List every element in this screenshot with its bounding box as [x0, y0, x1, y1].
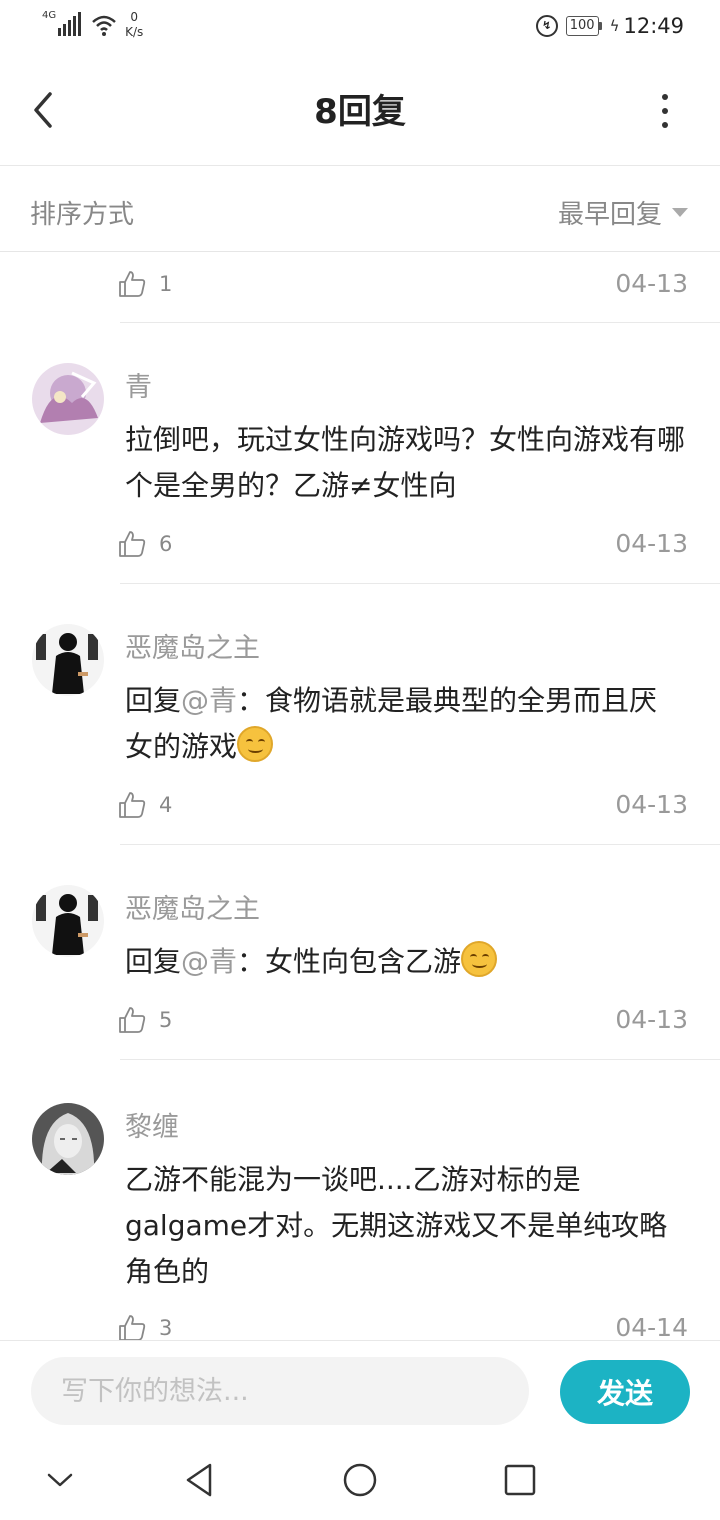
comment-date: 04-13 [615, 529, 688, 558]
comment-date: 04-13 [615, 1005, 688, 1034]
like-count: 5 [159, 1008, 173, 1032]
status-bar: 4G 0 K/s ↯ 100 ϟ 12:49 [0, 0, 720, 56]
nav-recents-icon[interactable] [500, 1460, 540, 1500]
charging-icon: ϟ [609, 17, 620, 35]
mention-link[interactable]: @青 [181, 945, 237, 978]
battery-tip [598, 22, 602, 30]
thumbs-up-icon [119, 271, 146, 297]
comment-item: 恶魔岛之主 回复@青：女性向包含乙游 5 04-13 [0, 885, 720, 1059]
author-name[interactable]: 黎缠 [125, 1105, 179, 1144]
like-button[interactable]: 1 [117, 269, 172, 299]
status-left: 4G 0 K/s [42, 10, 143, 40]
hide-keyboard-chevron-icon[interactable] [40, 1460, 80, 1500]
divider [120, 1059, 720, 1060]
avatar[interactable] [32, 363, 104, 435]
battery-icon: 100 [565, 16, 602, 36]
wifi-icon [92, 15, 116, 36]
smile-emoji-icon [461, 941, 498, 977]
comment-input-bar: 发送 [0, 1340, 720, 1440]
battery-level: 100 [565, 16, 599, 36]
thumbs-up-icon [119, 1007, 146, 1033]
network-speed: 0 K/s [125, 10, 143, 40]
author-name[interactable]: 恶魔岛之主 [125, 626, 260, 665]
like-button[interactable]: 3 [117, 1313, 172, 1340]
speed-value: 0 [130, 10, 139, 24]
reply-body: ：女性向包含乙游 [237, 945, 462, 978]
divider [120, 844, 720, 845]
reply-prefix: 回复 [125, 945, 182, 978]
comment-list[interactable]: 1 04-13 青 拉倒吧，玩过女性向游戏吗？女性向游戏有哪个是全男的？乙游≠女… [0, 253, 720, 1340]
smile-emoji-icon [237, 726, 274, 762]
divider [120, 583, 720, 584]
nav-back-icon[interactable] [180, 1460, 220, 1500]
reply-prefix: 回复 [125, 684, 182, 717]
like-button[interactable]: 5 [117, 1005, 172, 1035]
network-type: 4G [42, 10, 57, 21]
like-button[interactable]: 4 [117, 790, 172, 820]
sort-dropdown[interactable]: 最早回复 [558, 194, 688, 231]
like-button[interactable]: 6 [117, 529, 172, 559]
status-right: ↯ 100 ϟ 12:49 [535, 14, 684, 38]
like-count: 1 [159, 272, 173, 296]
comment-item: 青 拉倒吧，玩过女性向游戏吗？女性向游戏有哪个是全男的？乙游≠女性向 6 04-… [0, 363, 720, 583]
comment-text: 拉倒吧，玩过女性向游戏吗？女性向游戏有哪个是全男的？乙游≠女性向 [125, 423, 686, 502]
avatar[interactable] [32, 624, 104, 696]
comment-input[interactable] [31, 1357, 529, 1425]
avatar[interactable] [32, 1103, 104, 1175]
nav-home-icon[interactable] [340, 1460, 380, 1500]
like-count: 3 [159, 1316, 173, 1340]
comment-text: 回复@青：女性向包含乙游 [125, 939, 685, 985]
comment-date: 04-14 [615, 1313, 688, 1340]
comment-date: 04-13 [615, 269, 688, 298]
like-count: 4 [159, 793, 173, 817]
comment-date: 04-13 [615, 790, 688, 819]
speed-unit: K/s [125, 25, 144, 39]
sort-label: 排序方式 [30, 200, 135, 230]
signal-icon [58, 10, 83, 36]
send-button[interactable]: 发送 [560, 1360, 690, 1424]
divider [120, 322, 720, 323]
avatar[interactable] [32, 885, 104, 957]
author-name[interactable]: 青 [125, 365, 152, 404]
caret-down-icon [672, 208, 688, 217]
more-options-icon[interactable] [650, 94, 680, 128]
like-count: 6 [159, 532, 173, 556]
thumbs-up-icon [119, 531, 146, 557]
clock: 12:49 [623, 14, 684, 38]
header: 8回复 [0, 56, 720, 166]
mention-link[interactable]: @青 [181, 684, 237, 717]
comment-text: 回复@青：食物语就是最典型的全男而且厌女的游戏 [125, 678, 685, 770]
author-name[interactable]: 恶魔岛之主 [125, 887, 260, 926]
partial-comment-footer: 1 04-13 [0, 253, 720, 323]
page-title: 8回复 [314, 92, 406, 132]
comment-item: 恶魔岛之主 回复@青：食物语就是最典型的全男而且厌女的游戏 4 04-13 [0, 624, 720, 844]
sort-bar: 排序方式 最早回复 [0, 167, 720, 252]
thumbs-up-icon [119, 792, 146, 818]
sort-value: 最早回复 [557, 200, 662, 230]
comment-text: 乙游不能混为一谈吧....乙游对标的是galgame才对。无期这游戏又不是单纯攻… [125, 1163, 668, 1288]
comment-item: 黎缠 乙游不能混为一谈吧....乙游对标的是galgame才对。无期这游戏又不是… [0, 1103, 720, 1340]
thumbs-up-icon [119, 1315, 146, 1340]
system-nav-bar [0, 1440, 720, 1520]
data-saver-icon: ↯ [535, 15, 558, 37]
